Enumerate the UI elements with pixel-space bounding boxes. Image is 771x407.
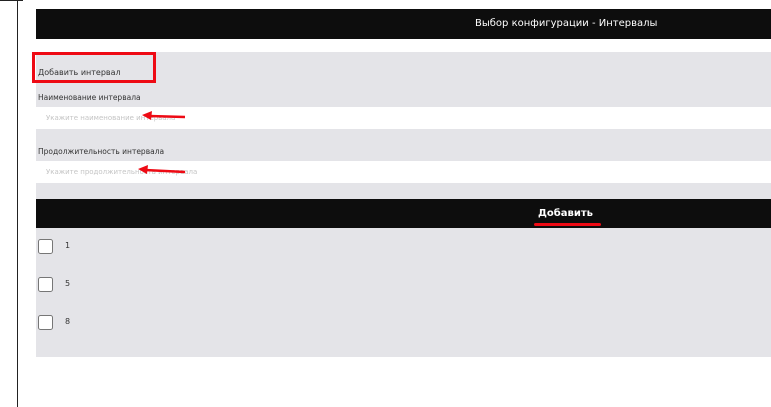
add-interval-button-label: Добавить	[538, 208, 593, 219]
page-title: Выбор конфигурации - Интервалы	[475, 18, 658, 29]
interval-duration-label: Продолжительность интервала	[38, 147, 165, 156]
frame-tick	[17, 0, 23, 1]
add-interval-button[interactable]: Добавить	[36, 199, 771, 228]
interval-checkbox[interactable]	[38, 277, 53, 292]
interval-item-label: 5	[65, 279, 71, 288]
annotation-arrow-icon	[138, 165, 186, 174]
interval-item-label: 1	[65, 241, 71, 250]
frame-border-left	[17, 0, 18, 407]
app-header: Выбор конфигурации - Интервалы	[36, 9, 771, 39]
frame-border-top	[0, 0, 17, 1]
interval-name-label: Наименование интервала	[38, 93, 141, 102]
interval-checkbox[interactable]	[38, 239, 53, 254]
annotation-highlight-box	[32, 52, 156, 83]
annotation-underline	[534, 223, 601, 226]
interval-checkbox[interactable]	[38, 315, 53, 330]
interval-item-label: 8	[65, 317, 71, 326]
annotation-arrow-icon	[142, 111, 186, 120]
